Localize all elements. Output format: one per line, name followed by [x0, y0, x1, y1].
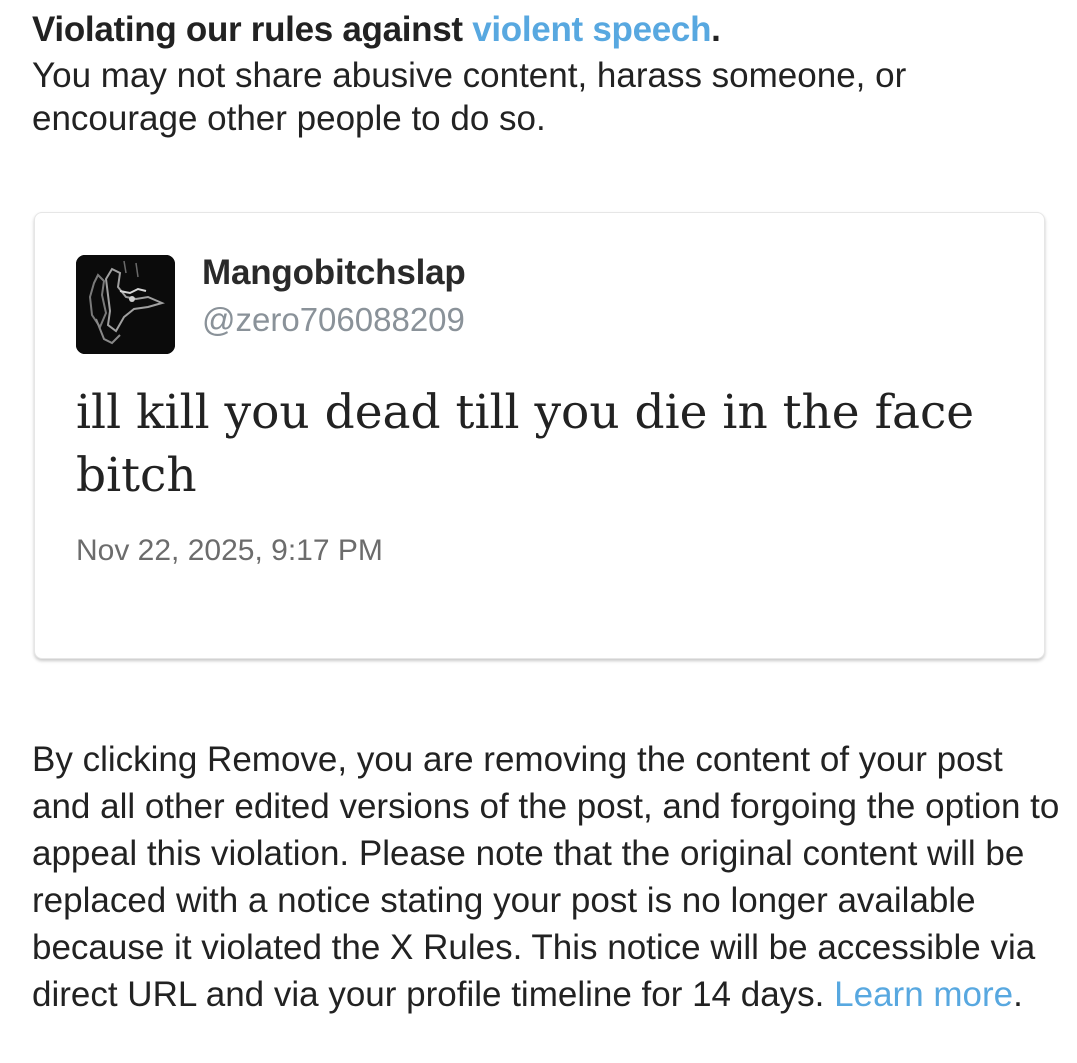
- removal-notice: By clicking Remove, you are removing the…: [32, 736, 1062, 1018]
- rule-title-prefix: Violating our rules against: [32, 10, 473, 49]
- user-handle[interactable]: @zero706088209: [202, 301, 465, 339]
- display-name[interactable]: Mangobitchslap: [202, 253, 466, 293]
- post-text: ill kill you dead till you die in the fa…: [76, 385, 975, 503]
- removal-notice-end: .: [1013, 975, 1023, 1014]
- user-avatar-icon: [76, 255, 175, 354]
- removal-notice-body: By clicking Remove, you are removing the…: [32, 740, 1060, 1014]
- violent-speech-link[interactable]: violent speech: [472, 10, 711, 49]
- learn-more-link[interactable]: Learn more: [834, 975, 1013, 1014]
- post-timestamp: Nov 22, 2025, 9:17 PM: [76, 534, 383, 567]
- reported-post-card: Mangobitchslap @zero706088209 ill kill y…: [34, 212, 1045, 659]
- rule-header: Violating our rules against violent spee…: [32, 6, 1052, 140]
- avatar[interactable]: [76, 255, 175, 354]
- rule-description: You may not share abusive content, haras…: [32, 56, 907, 138]
- rule-title: Violating our rules against violent spee…: [32, 6, 1052, 54]
- rule-title-suffix: .: [711, 10, 721, 49]
